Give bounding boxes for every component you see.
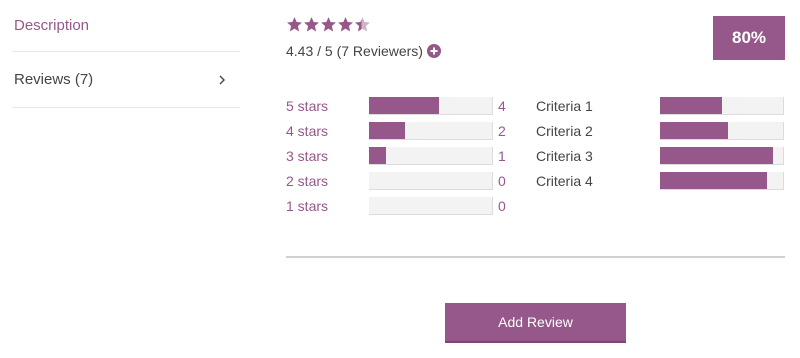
rating-bar <box>369 172 493 190</box>
criteria-row: Criteria 2 <box>536 122 786 142</box>
rating-label[interactable]: 1 stars <box>286 198 328 214</box>
criteria-bar-fill <box>660 97 722 114</box>
star-icon <box>304 17 319 32</box>
chevron-right-icon <box>219 75 225 84</box>
criteria-label: Criteria 2 <box>536 123 593 139</box>
percent-badge: 80% <box>713 16 785 60</box>
rating-count: 4 <box>498 98 506 114</box>
sidebar-item-description[interactable]: Description <box>12 0 240 52</box>
rating-label[interactable]: 2 stars <box>286 173 328 189</box>
rating-bar-fill <box>369 122 405 139</box>
rating-bar-fill <box>369 97 440 114</box>
average-rating-text: 4.43 / 5 (7 Reviewers) <box>286 43 423 59</box>
criteria-row: Criteria 4 <box>536 172 786 192</box>
rating-count: 0 <box>498 173 506 189</box>
star-icon <box>338 17 353 32</box>
sidebar-item-reviews[interactable]: Reviews (7) <box>12 52 240 108</box>
criteria-bar <box>660 147 784 165</box>
criteria-row: Criteria 1 <box>536 97 786 117</box>
add-review-button[interactable]: Add Review <box>445 303 626 343</box>
divider <box>286 256 785 258</box>
sidebar-item-label: Description <box>14 17 90 34</box>
rating-bar <box>369 147 493 165</box>
criteria-row: Criteria 3 <box>536 147 786 167</box>
rating-bar <box>369 122 493 140</box>
criteria-bar <box>660 97 784 115</box>
criteria-bar <box>660 122 784 140</box>
rating-count: 2 <box>498 123 506 139</box>
rating-label[interactable]: 5 stars <box>286 98 328 114</box>
star-rating <box>286 16 371 33</box>
rating-row[interactable]: 3 stars 1 <box>286 147 526 167</box>
average-rating: 4.43 / 5 (7 Reviewers) <box>286 43 441 59</box>
criteria-label: Criteria 4 <box>536 173 593 189</box>
criteria-bar <box>660 172 784 190</box>
rating-row[interactable]: 4 stars 2 <box>286 122 526 142</box>
criteria-label: Criteria 3 <box>536 148 593 164</box>
criteria-bar-fill <box>660 122 728 139</box>
sidebar: Description Reviews (7) <box>12 0 240 108</box>
star-icon <box>355 17 370 32</box>
plus-circle-icon[interactable] <box>426 44 441 58</box>
rating-row[interactable]: 2 stars 0 <box>286 172 526 192</box>
rating-bar <box>369 197 493 215</box>
rating-label[interactable]: 4 stars <box>286 123 328 139</box>
rating-row[interactable]: 5 stars 4 <box>286 97 526 117</box>
rating-row[interactable]: 1 stars 0 <box>286 197 526 217</box>
rating-count: 1 <box>498 148 506 164</box>
criteria-label: Criteria 1 <box>536 98 593 114</box>
criteria-bar-fill <box>660 147 774 164</box>
criteria-bar-fill <box>660 172 767 189</box>
star-icon <box>287 17 302 32</box>
star-icon <box>321 17 336 32</box>
rating-label[interactable]: 3 stars <box>286 148 328 164</box>
rating-bar-fill <box>369 147 387 164</box>
rating-count: 0 <box>498 198 506 214</box>
rating-bar <box>369 97 493 115</box>
sidebar-item-label: Reviews (7) <box>14 71 94 88</box>
